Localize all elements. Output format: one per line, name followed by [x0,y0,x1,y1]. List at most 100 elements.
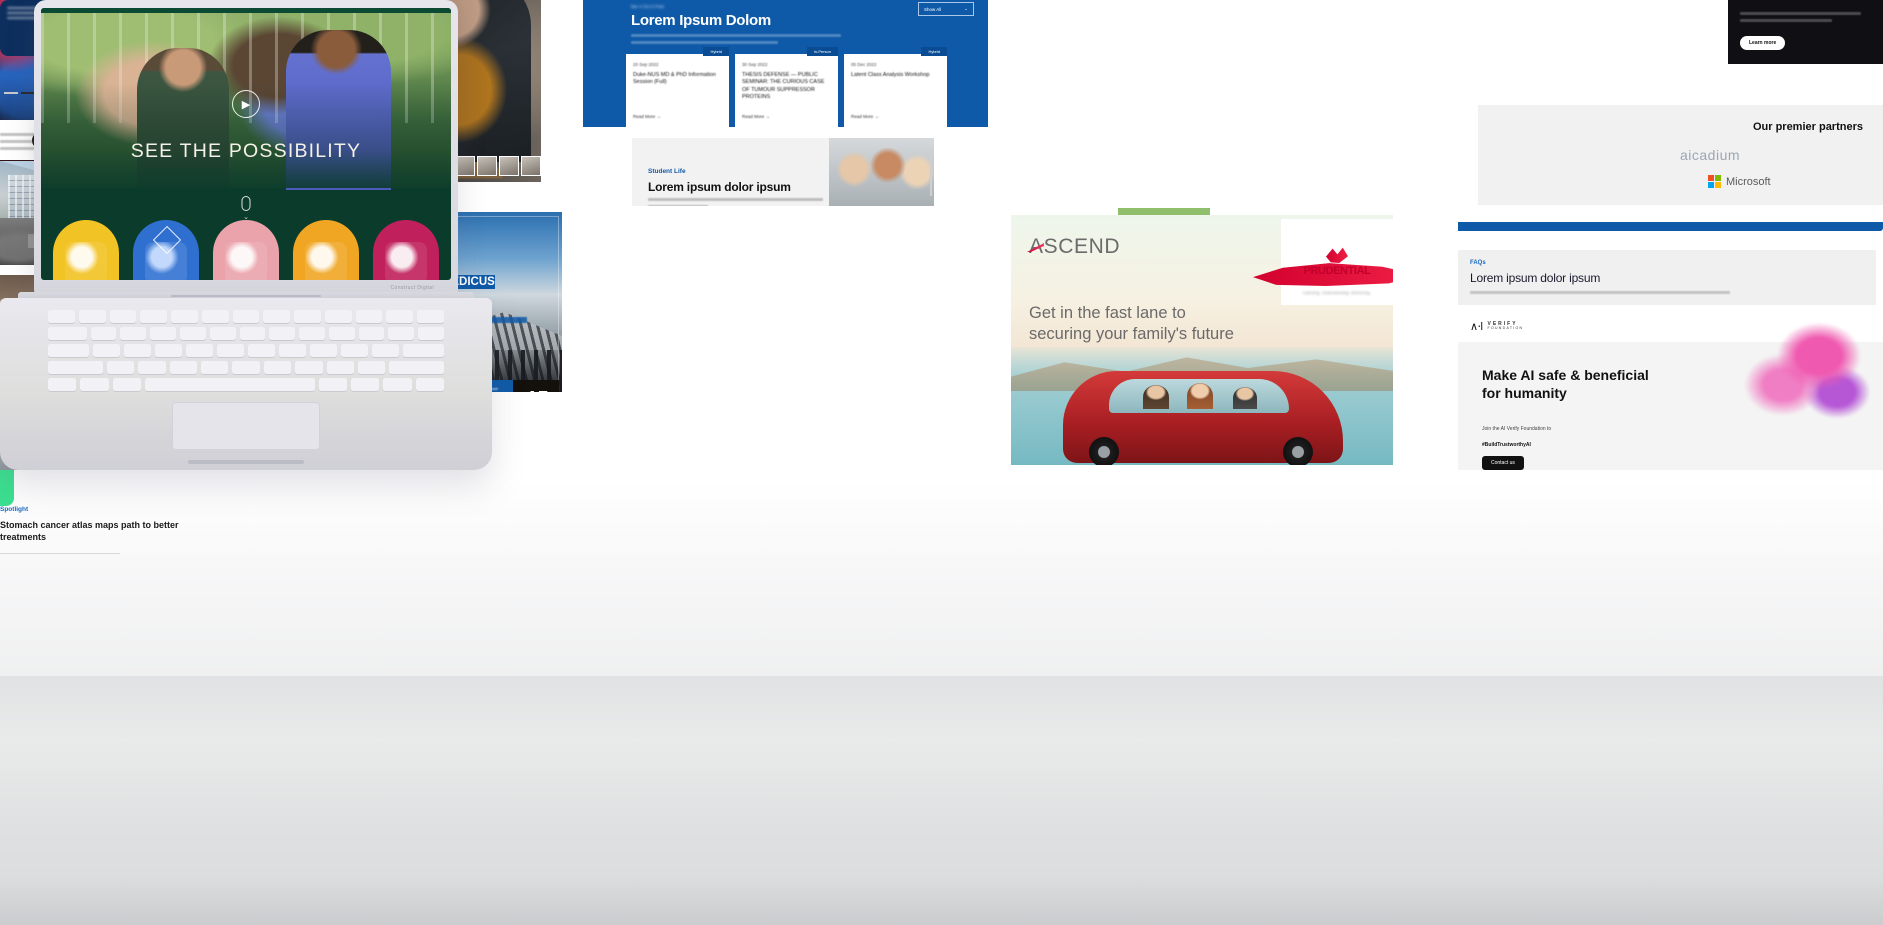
right-column-left-mask [1408,212,1458,470]
ai-verify-contact-button[interactable]: Contact us [1482,456,1524,470]
faq-eyebrow: FAQs [1470,260,1486,266]
ai-verify-wordmark: VERIFY FOUNDATION [1487,321,1524,331]
pod-orange[interactable] [293,220,359,280]
event-card[interactable]: In-Person 30 Sep 2022 THESIS DEFENSE — P… [735,47,838,127]
medicus-episode-number: 15 [513,380,559,393]
ucc-thumbnail[interactable] [499,156,519,176]
event-card-title: THESIS DEFENSE — PUBLIC SEMINAR: THE CUR… [742,72,825,101]
events-board: Bar 4 Oct 5 Past Lorem Ipsum Dolom Show … [583,0,988,127]
prudential-wordmark: PRUDENTIAL [1303,265,1371,277]
spotlight-title: Stomach cancer atlas maps path to better… [0,520,179,543]
laptop-trackpad[interactable] [172,402,320,450]
pod-object [225,242,267,280]
ai-verify-subword: FOUNDATION [1487,326,1524,331]
prudential-logo-card: PRUDENTIAL Listening. Understanding. Del… [1253,219,1393,305]
event-card-link[interactable]: Read More → [851,114,879,119]
events-eyebrow: Bar 4 Oct 5 Past [631,4,665,9]
keyboard-row[interactable] [48,310,444,323]
spotlight-article: Spotlight Stomach cancer atlas maps path… [0,506,260,555]
pod-object [65,242,107,280]
screen-pod-row [41,220,451,280]
microsoft-squares-icon [1708,175,1721,188]
event-card[interactable]: Hybrid 05 Dec 2022 Latent Class Analysis… [844,47,947,127]
ai-foundation-learn-more-button[interactable]: Learn more [1740,36,1786,50]
aicadium-logo: aicadium [1680,147,1741,163]
spotlight-eyebrow: Spotlight [0,506,29,513]
ucc-thumbnail[interactable] [521,156,541,176]
pod-blue[interactable] [133,220,199,280]
ascend-headline: Get in the fast lane to securing your fa… [1029,303,1329,346]
partners-panel: Our premier partners aicadium Microsoft [1408,105,1883,205]
ai-verify-headline: Make AI safe & beneficial for humanity [1482,367,1649,402]
play-triangle-icon[interactable]: ▶ [232,90,260,118]
prudential-tagline: Listening. Understanding. Delivering. [1302,291,1372,295]
arrow-right-icon: → [656,114,662,119]
event-card-tag: In-Person [806,47,838,56]
partners-title: Our premier partners [1752,121,1863,133]
faq-card: FAQs Lorem ipsum dolor ipsum [1456,250,1876,305]
faq-body [1470,291,1730,294]
ascend-headline-line2: securing your family's future [1029,325,1234,344]
pod-pink[interactable] [213,220,279,280]
bottom-gradient [0,676,1883,925]
keyboard-row[interactable] [48,361,445,374]
events-show-all-button[interactable]: Show All ⌄ [918,2,974,16]
pod-magenta[interactable] [373,220,439,280]
event-card-title: Duke-NUS MD & PhD Information Session (F… [633,72,716,86]
ai-verify-hashtag: #BuildTrustworthyAI [1482,442,1531,448]
events-body [631,34,841,48]
ai-foundation-card: What is the AI Foundation? Learn more [1728,0,1883,64]
laptop-lid: ▶ SEE THE POSSIBILITY ⌄ Construct Digita… [34,0,458,294]
laptop-bezel-brand: Construct Digital [390,285,434,291]
car-wheel [1089,437,1119,465]
ai-foundation-body [1740,12,1871,22]
hinge-notch [171,295,321,297]
event-card-link[interactable]: Read More → [742,114,770,119]
mouse-scroll-icon [241,196,251,211]
student-life-card: Student Life Lorem ipsum dolor ipsum [632,138,934,206]
carousel-dot-active[interactable] [21,92,35,94]
student-life-photo [829,138,934,206]
car-passenger [1187,383,1213,409]
ai-verify-mark: ∧⋅l [1470,321,1483,333]
event-card-date: 20 Sep 2022 [633,62,659,67]
student-life-body [648,198,823,206]
scrollbar[interactable] [930,148,932,196]
laptop-base [0,298,492,470]
ucc-thumbnail[interactable] [477,156,497,176]
carousel-dot[interactable] [4,92,18,94]
keyboard-row[interactable] [48,344,444,357]
ucc-thumbnail[interactable] [455,156,475,176]
ascend-headline-line1: Get in the fast lane to [1029,304,1186,322]
carousel-progress[interactable] [4,92,35,94]
student-life-title: Lorem ipsum dolor ipsum [648,180,791,194]
microsoft-logo: Microsoft [1708,175,1771,188]
ucc-thumbnail-strip[interactable] [455,156,541,176]
pod-yellow[interactable] [53,220,119,280]
laptop-base-lip [188,460,304,464]
arrow-right-icon: → [874,114,880,119]
ai-verify-panel: Make AI safe & beneficial for humanity J… [1452,308,1883,470]
event-card-link-label: Read More [851,114,874,119]
car-wheel [1283,437,1313,465]
event-card-tag: Hybrid [703,47,729,56]
right-column: FAQs Lorem ipsum dolor ipsum ∧⋅l VERIFY … [1408,212,1883,470]
screen-tagline: SEE THE POSSIBILITY [130,140,362,162]
keyboard-row[interactable] [48,378,445,391]
event-card-link[interactable]: Read More → [633,114,661,119]
event-card-date: 05 Dec 2022 [851,62,877,67]
showreel-canvas: S ExhibitorRegistration 18 hrs 50 days 3… [0,0,1883,925]
ai-foundation-title: What is the AI Foundation? [1740,0,1871,4]
keyboard-row[interactable] [48,327,445,340]
event-card[interactable]: Hybrid 20 Sep 2022 Duke-NUS MD & PhD Inf… [626,47,729,127]
arrow-right-icon: → [765,114,771,119]
microsoft-wordmark: Microsoft [1726,175,1771,188]
events-card-list: Hybrid 20 Sep 2022 Duke-NUS MD & PhD Inf… [626,47,947,127]
faq-title: Lorem ipsum dolor ipsum [1470,271,1601,285]
event-card-title: Latent Class Analysis Workshop [851,72,930,78]
ascend-logo: ASCEND [1027,235,1120,259]
student-life-eyebrow: Student Life [648,168,686,175]
laptop-keyboard[interactable] [48,310,445,391]
pod-object [385,242,427,280]
event-card-tag: Hybrid [921,47,947,56]
